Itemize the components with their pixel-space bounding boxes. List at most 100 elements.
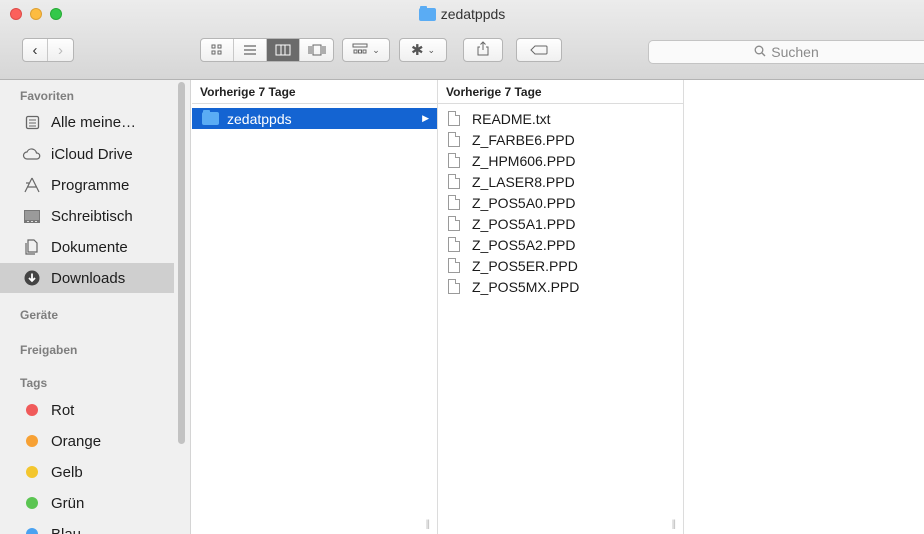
downloads-icon [22, 269, 42, 287]
file-row-label: Z_LASER8.PPD [472, 173, 575, 190]
action-button[interactable]: ✱ ⌄ [399, 38, 447, 62]
document-icon [448, 153, 460, 168]
share-icon [477, 41, 489, 59]
file-row-label: Z_POS5A1.PPD [472, 215, 576, 232]
file-row[interactable]: Z_POS5ER.PPD [438, 255, 683, 276]
sidebar-tag-yellow[interactable]: Gelb [0, 457, 174, 487]
search-icon [754, 44, 766, 60]
folder-row-zedatppds[interactable]: zedatppds ▶ [192, 108, 437, 129]
sidebar-item-desktop[interactable]: Schreibtisch [0, 201, 174, 231]
icon-view-icon[interactable] [201, 39, 234, 61]
sidebar-heading-devices[interactable]: Geräte [20, 308, 58, 322]
file-row-label: Z_POS5ER.PPD [472, 257, 578, 274]
disclosure-arrow-icon: ▶ [422, 113, 429, 123]
sidebar-item-label: Orange [51, 432, 102, 450]
browser-column-1: Vorherige 7 Tage zedatppds ▶ || [192, 80, 438, 534]
sidebar-item-label: Programme [51, 176, 130, 194]
document-icon [448, 195, 460, 210]
sidebar-heading-shared[interactable]: Freigaben [20, 343, 77, 357]
document-icon [448, 237, 460, 252]
sidebar-item-label: Grün [51, 494, 85, 512]
column-heading: Vorherige 7 Tage [438, 80, 683, 104]
gear-icon: ✱ [410, 42, 424, 59]
forward-button[interactable]: › [48, 39, 73, 61]
file-row-label: Z_POS5A2.PPD [472, 236, 576, 253]
file-row[interactable]: Z_HPM606.PPD [438, 150, 683, 171]
sidebar-item-documents[interactable]: Dokumente [0, 232, 174, 262]
sidebar-item-label: Gelb [51, 463, 83, 481]
file-row-label: Z_FARBE6.PPD [472, 131, 575, 148]
sidebar-heading-tags[interactable]: Tags [20, 376, 47, 390]
list-view-icon[interactable] [234, 39, 267, 61]
chevron-down-icon: ⌄ [427, 44, 436, 55]
all-files-icon [22, 113, 42, 131]
column-view-icon[interactable] [267, 39, 300, 61]
file-row[interactable]: Z_LASER8.PPD [438, 171, 683, 192]
folder-icon [418, 5, 436, 21]
sidebar-item-downloads[interactable]: Downloads [0, 263, 174, 293]
coverflow-view-icon[interactable] [300, 39, 333, 61]
document-icon [448, 174, 460, 189]
sidebar-scrollbar[interactable] [178, 82, 185, 444]
column-resize-handle[interactable]: || [426, 519, 430, 530]
browser-column-2: Vorherige 7 Tage README.txt Z_FARBE6.PPD… [438, 80, 684, 534]
folder-row-label: zedatppds [227, 110, 292, 127]
tag-orange-dot-icon [26, 435, 38, 447]
view-mode-control [200, 38, 334, 62]
tag-green-dot-icon [26, 497, 38, 509]
title-bar: zedatppds ‹ › ⌄ ✱ ⌄ Suchen [0, 0, 924, 80]
sidebar-item-icloud-drive[interactable]: iCloud Drive [0, 139, 174, 169]
document-icon [448, 132, 460, 147]
column-heading: Vorherige 7 Tage [192, 80, 437, 104]
sidebar-item-label: Blau [51, 525, 82, 534]
share-button[interactable] [463, 38, 503, 62]
back-forward-buttons: ‹ › [22, 38, 74, 62]
tag-red-dot-icon [26, 404, 38, 416]
column-resize-handle[interactable]: || [672, 519, 676, 530]
file-row-label: Z_POS5A0.PPD [472, 194, 576, 211]
sidebar-heading-favorites: Favoriten [20, 89, 75, 103]
sidebar-tag-red[interactable]: Rot [0, 395, 174, 425]
file-row[interactable]: Z_POS5A1.PPD [438, 213, 683, 234]
file-row-label: Z_POS5MX.PPD [472, 278, 580, 295]
sidebar-tag-orange[interactable]: Orange [0, 426, 174, 456]
tag-yellow-dot-icon [26, 466, 38, 478]
file-row[interactable]: Z_POS5A0.PPD [438, 192, 683, 213]
search-placeholder: Suchen [771, 44, 819, 60]
search-field[interactable]: Suchen [648, 40, 924, 64]
tags-button[interactable] [516, 38, 562, 62]
sidebar-item-label: Rot [51, 401, 75, 419]
documents-icon [22, 238, 42, 256]
file-row[interactable]: Z_POS5A2.PPD [438, 234, 683, 255]
document-icon [448, 279, 460, 294]
arrange-icon [352, 43, 368, 58]
sidebar-item-applications[interactable]: Programme [0, 170, 174, 200]
sidebar-item-label: iCloud Drive [51, 145, 133, 163]
sidebar-item-label: Schreibtisch [51, 207, 133, 225]
sidebar-item-all-files[interactable]: Alle meine… [0, 107, 174, 137]
browser-column-3 [684, 80, 924, 534]
sidebar-item-label: Alle meine… [51, 113, 137, 131]
back-button[interactable]: ‹ [23, 39, 48, 61]
folder-icon [202, 110, 219, 125]
sidebar: Favoriten Alle meine… iCloud Drive Progr… [0, 80, 191, 534]
sidebar-tag-blue[interactable]: Blau [0, 519, 174, 534]
desktop-icon [22, 207, 42, 225]
applications-icon [22, 176, 42, 194]
sidebar-tag-green[interactable]: Grün [0, 488, 174, 518]
file-row-label: Z_HPM606.PPD [472, 152, 576, 169]
document-icon [448, 111, 460, 126]
document-icon [448, 258, 460, 273]
window-title-text: zedatppds [440, 6, 506, 22]
document-icon [448, 216, 460, 231]
arrange-button[interactable]: ⌄ [342, 38, 390, 62]
sidebar-item-label: Downloads [51, 269, 126, 287]
file-row-label: README.txt [472, 110, 551, 127]
cloud-icon [22, 145, 42, 163]
chevron-down-icon: ⌄ [372, 44, 380, 55]
file-row[interactable]: Z_FARBE6.PPD [438, 129, 683, 150]
window-title: zedatppds [0, 5, 924, 22]
file-row[interactable]: README.txt [438, 108, 683, 129]
file-row[interactable]: Z_POS5MX.PPD [438, 276, 683, 297]
sidebar-item-label: Dokumente [51, 238, 128, 256]
